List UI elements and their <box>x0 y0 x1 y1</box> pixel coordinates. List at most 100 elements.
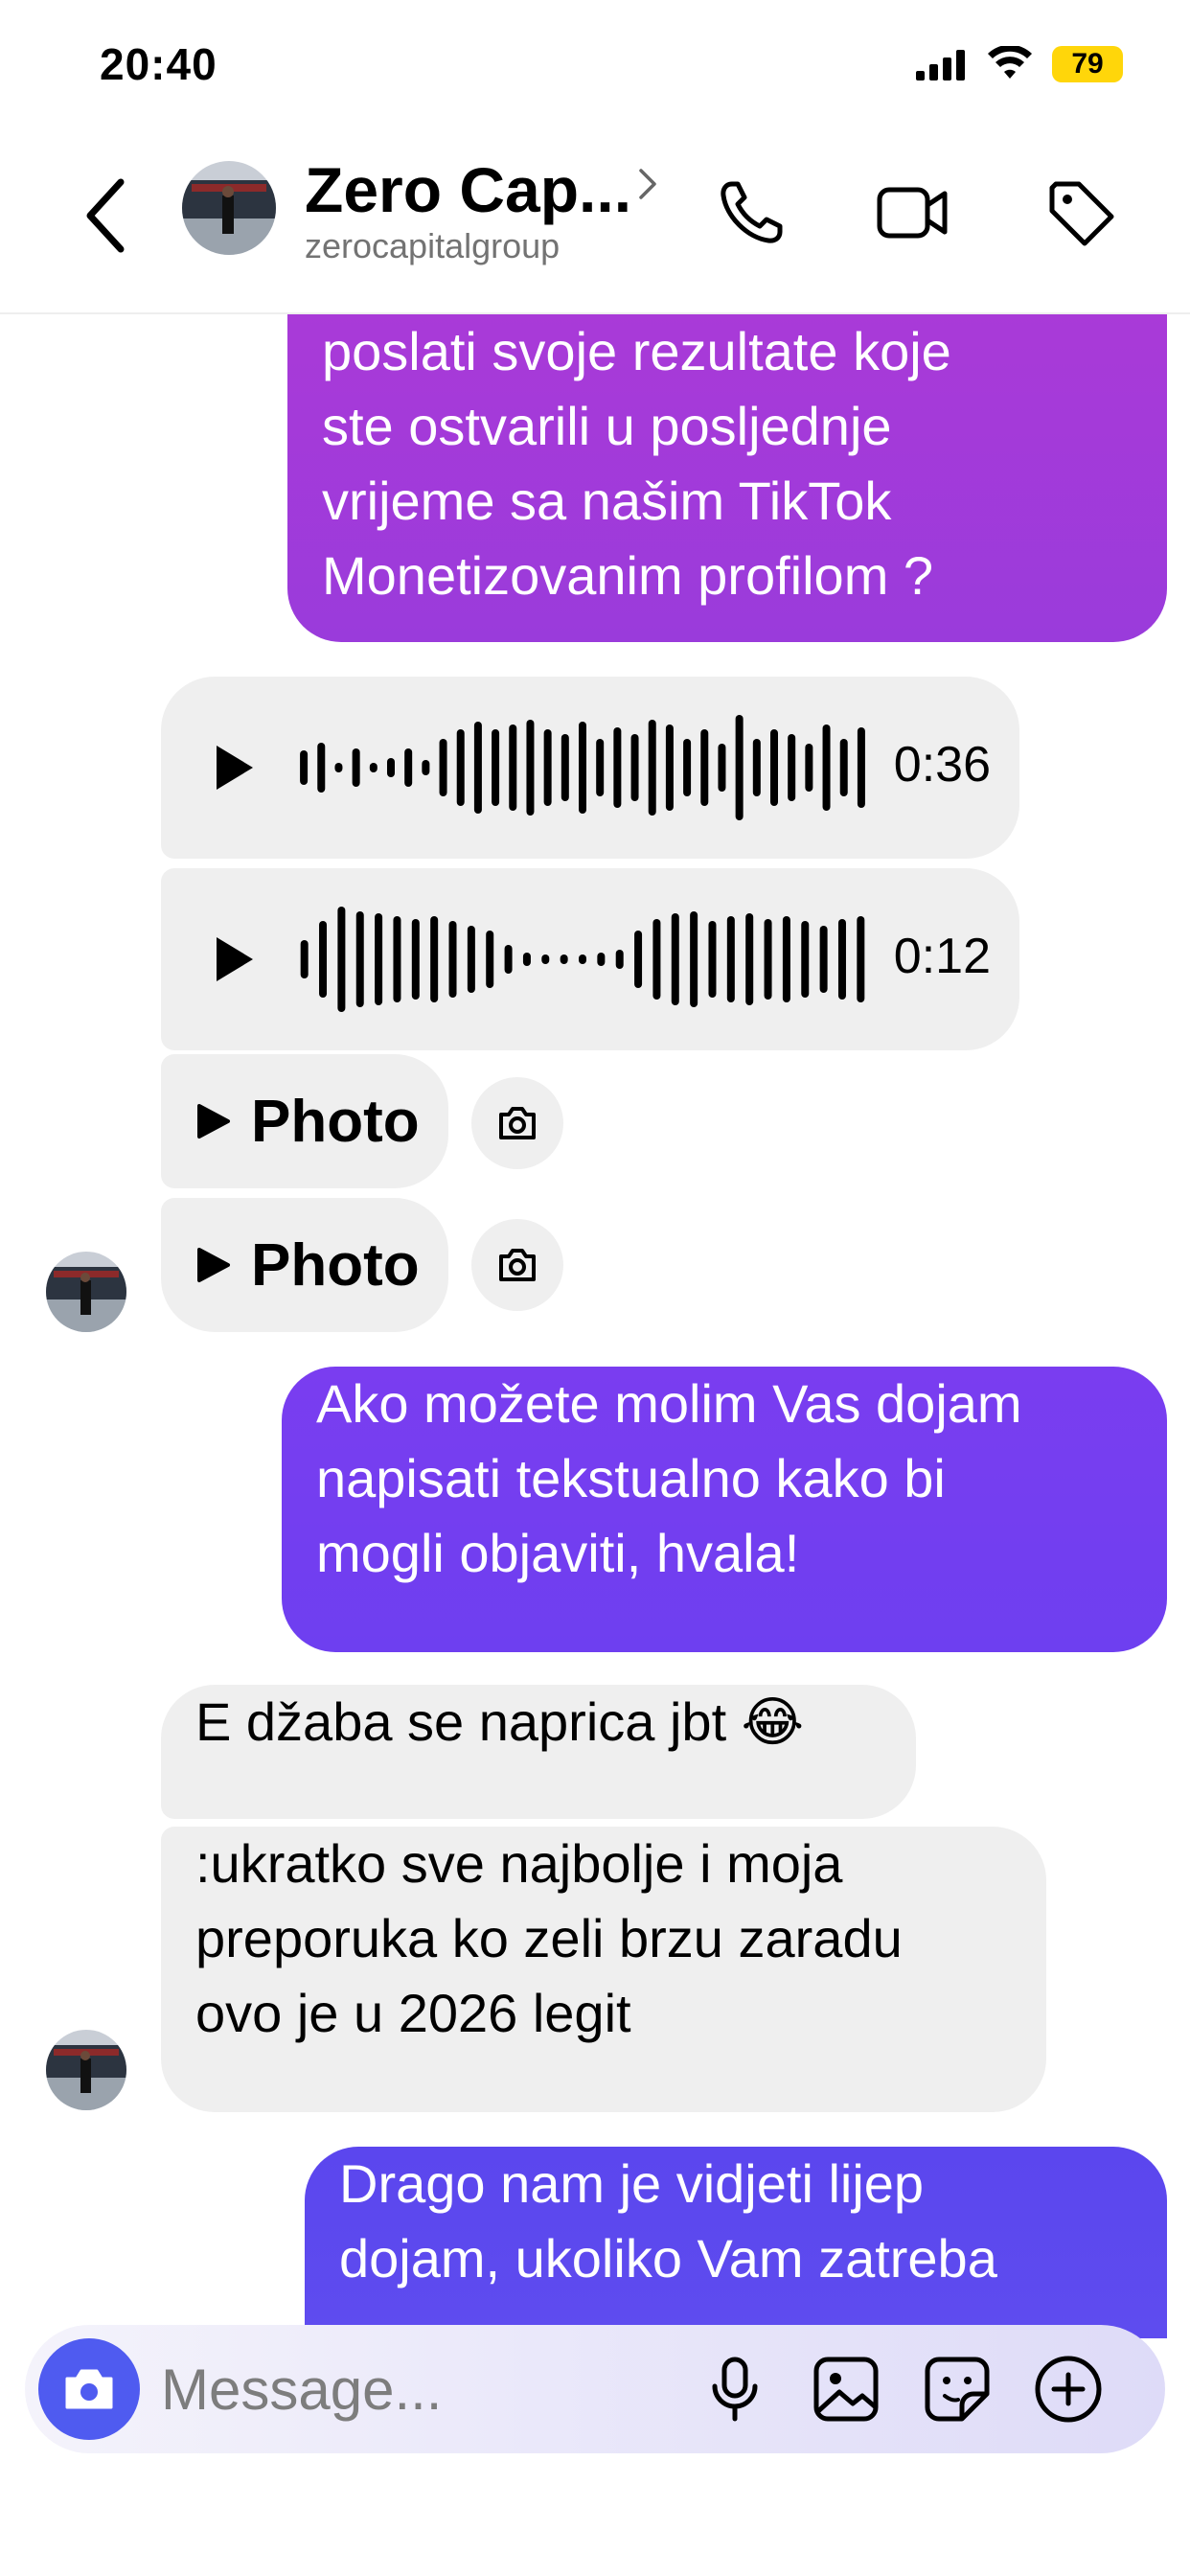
waveform-bar <box>764 919 772 1000</box>
avatar[interactable] <box>46 1252 126 1332</box>
waveform-bar <box>683 739 692 796</box>
waveform-bar <box>630 734 639 801</box>
waveform-bar <box>319 921 328 998</box>
play-icon[interactable] <box>211 933 257 985</box>
waveform-bar <box>387 758 395 777</box>
waveform-bar <box>541 954 550 964</box>
waveform-bar <box>300 750 309 785</box>
voice-message[interactable]: 0:12 <box>161 868 1019 1050</box>
waveform-bar <box>652 919 661 1000</box>
waveform-bar <box>837 919 846 1000</box>
waveform-bar <box>788 734 796 801</box>
waveform-bar <box>671 913 679 1005</box>
waveform-bar <box>404 748 413 787</box>
message-line: ovo je u 2026 legit <box>195 1983 631 2043</box>
message-line: :ukratko sve najbolje i moja <box>195 1833 843 1894</box>
waveform-bar <box>543 729 552 806</box>
message-line: Ako možete molim Vas dojam <box>316 1373 1022 1434</box>
status-time: 20:40 <box>100 39 217 89</box>
waveform-bar <box>509 724 517 811</box>
incoming-message[interactable]: E džaba se naprica jbt 😂 <box>161 1685 916 1819</box>
waveform-bar <box>579 954 586 964</box>
phone-icon[interactable] <box>713 174 790 251</box>
battery-indicator: 79 <box>1052 46 1123 82</box>
waveform-bar <box>613 727 622 808</box>
message-line: napisati tekstualno kako bi <box>316 1448 946 1508</box>
view-photo-button[interactable] <box>471 1077 563 1169</box>
waveform-bar <box>317 743 326 793</box>
waveform-bar <box>560 954 568 964</box>
waveform-bar <box>422 760 430 775</box>
chevron-left-icon[interactable] <box>79 172 132 259</box>
waveform-bar <box>334 763 343 772</box>
play-icon[interactable] <box>211 742 257 794</box>
message-line: preporuka ko zeli brzu zaradu <box>195 1908 903 1968</box>
waveform-bar <box>690 911 698 1007</box>
photo-message[interactable]: Photo <box>161 1198 448 1332</box>
waveform-bar <box>801 921 810 998</box>
waveform-bar <box>300 940 309 978</box>
waveform-bar <box>782 916 790 1002</box>
status-bar: 20:40 79 <box>0 0 1190 125</box>
waveform-bar <box>393 916 401 1002</box>
waveform-bar <box>337 907 346 1012</box>
camera-icon <box>499 1107 536 1139</box>
waveform-bar <box>857 916 865 1002</box>
waveform-bar <box>805 744 813 792</box>
photo-message[interactable]: Photo <box>161 1054 448 1188</box>
voice-message[interactable]: 0:36 <box>161 677 1019 859</box>
cellular-signal-icon <box>916 50 965 80</box>
battery-level: 79 <box>1071 48 1104 80</box>
chat-title[interactable]: Zero Cap... <box>305 153 631 226</box>
waveform-bar <box>375 913 383 1005</box>
waveform-bar <box>579 722 586 814</box>
incoming-message[interactable]: :ukratko sve najbolje i moja preporuka k… <box>161 1827 1046 2112</box>
waveform-bar <box>467 926 475 993</box>
waveform-bar <box>745 913 754 1005</box>
voice-duration: 0:12 <box>893 929 991 984</box>
message-line: poslati svoje rezultate koje <box>322 321 951 381</box>
waveform-bar <box>522 953 531 966</box>
waveform-bar <box>439 739 447 796</box>
sticker-icon[interactable] <box>920 2352 995 2426</box>
avatar[interactable] <box>46 2030 126 2110</box>
waveform-bar <box>839 739 848 796</box>
outgoing-message[interactable]: poslati svoje rezultate koje ste ostvari… <box>287 314 1167 642</box>
wifi-icon <box>988 46 1032 79</box>
message-line: Drago nam je vidjeti lijep <box>339 2153 925 2214</box>
waveform-bar <box>700 729 709 806</box>
waveform-bar <box>708 921 717 998</box>
waveform-bar <box>822 724 831 811</box>
view-photo-button[interactable] <box>471 1219 563 1311</box>
camera-button[interactable] <box>38 2338 140 2440</box>
waveform-bar <box>752 739 761 796</box>
waveform-bar <box>486 931 494 988</box>
waveform-bar <box>352 748 360 787</box>
video-camera-icon[interactable] <box>874 174 950 251</box>
waveform-bar <box>718 744 726 792</box>
avatar[interactable] <box>182 161 276 255</box>
waveform-bar <box>561 734 569 801</box>
waveform-bar <box>665 724 674 811</box>
message-composer <box>25 2325 1165 2453</box>
message-input[interactable] <box>161 2354 698 2425</box>
waveform-bar <box>473 722 482 814</box>
waveform-bar <box>615 950 624 969</box>
chevron-right-icon[interactable] <box>636 165 659 203</box>
microphone-icon[interactable] <box>698 2352 772 2426</box>
chat-header: Zero Cap... zerocapitalgroup <box>0 125 1190 314</box>
plus-circle-icon[interactable] <box>1031 2352 1106 2426</box>
message-line: E džaba se naprica jbt 😂 <box>195 1691 805 1752</box>
waveform[interactable] <box>295 897 870 1022</box>
waveform-bar <box>648 720 656 816</box>
photo-label: Photo <box>251 1231 420 1299</box>
tag-icon[interactable] <box>1042 174 1119 251</box>
outgoing-message[interactable]: Drago nam je vidjeti lijep dojam, ukolik… <box>305 2147 1167 2338</box>
waveform-bar <box>369 763 378 772</box>
image-icon[interactable] <box>809 2352 883 2426</box>
waveform[interactable] <box>295 705 870 830</box>
waveform-bar <box>634 931 643 988</box>
photo-label: Photo <box>251 1088 420 1155</box>
camera-icon <box>65 2369 113 2409</box>
outgoing-message[interactable]: Ako možete molim Vas dojam napisati teks… <box>282 1367 1167 1652</box>
